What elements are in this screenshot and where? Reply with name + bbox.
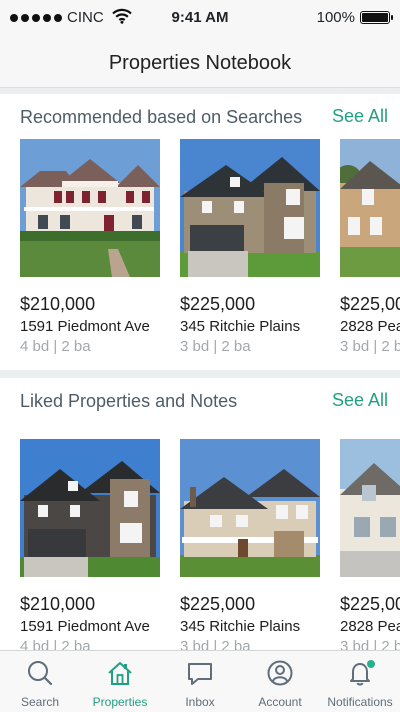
property-photo[interactable]: [20, 139, 160, 277]
tab-search[interactable]: Search: [0, 651, 80, 712]
page-title: Properties Notebook: [108, 52, 292, 74]
property-address: 1591 Piedmont Ave: [20, 318, 150, 335]
tab-account[interactable]: Account: [240, 651, 320, 712]
property-address: 345 Ritchie Plains: [180, 318, 301, 335]
tab-label: Account: [258, 695, 302, 709]
section-title: Recommended based on Searches: [20, 107, 303, 127]
property-card[interactable]: $210,000 1591 Piedmont Ave 4 bd | 2 ba: [20, 139, 160, 355]
property-photo[interactable]: [340, 439, 400, 577]
section-title: Liked Properties and Notes: [20, 391, 238, 411]
home-icon: [108, 662, 132, 685]
property-beds-baths: 3 bd | 2 b: [340, 638, 400, 650]
property-address: 2828 Pea: [340, 318, 400, 335]
see-all-liked-link[interactable]: See All: [332, 390, 388, 411]
property-photo[interactable]: [20, 439, 160, 577]
property-price: $210,000: [20, 294, 96, 314]
property-address: 345 Ritchie Plains: [180, 618, 301, 635]
see-all-recommended-link[interactable]: See All: [332, 106, 388, 127]
tab-label: Properties: [92, 695, 148, 709]
tab-inbox[interactable]: Inbox: [160, 651, 240, 712]
battery-icon: [360, 11, 393, 24]
notification-badge: [366, 659, 376, 669]
search-icon: [28, 661, 53, 686]
property-address: 1591 Piedmont Ave: [20, 618, 150, 635]
property-photo[interactable]: [180, 439, 320, 577]
property-beds-baths: 3 bd | 2 ba: [180, 638, 251, 650]
tab-label: Inbox: [185, 695, 215, 709]
liked-list: $210,000 1591 Piedmont Ave 4 bd | 2 ba $…: [20, 439, 400, 650]
property-price: $225,000: [180, 594, 256, 614]
property-card[interactable]: $225,000 345 Ritchie Plains 3 bd | 2 ba: [180, 139, 320, 355]
property-card[interactable]: $210,000 1591 Piedmont Ave 4 bd | 2 ba: [20, 439, 160, 650]
tab-label: Notifications: [327, 695, 393, 709]
status-bar: CINC 9:41 AM 100%: [0, 0, 400, 36]
tab-notifications[interactable]: Notifications: [320, 651, 400, 712]
property-photo[interactable]: [340, 139, 400, 277]
tab-bar: Search Properties Inbox Account Notifica…: [0, 650, 400, 712]
property-beds-baths: 3 bd | 2 ba: [180, 338, 251, 355]
property-card[interactable]: $225,000 345 Ritchie Plains 3 bd | 2 ba: [180, 439, 320, 650]
property-photo[interactable]: [180, 139, 320, 277]
battery-percent: 100%: [316, 9, 355, 26]
property-price: $225,000: [180, 294, 256, 314]
recommended-section: Recommended based on Searches See All $2…: [0, 94, 400, 370]
property-address: 2828 Pea: [340, 618, 400, 635]
property-price: $210,000: [20, 594, 96, 614]
tab-properties[interactable]: Properties: [80, 651, 160, 712]
property-beds-baths: 4 bd | 2 ba: [20, 638, 91, 650]
property-price: $225,00: [340, 294, 400, 314]
nav-bar: Properties Notebook: [0, 36, 400, 88]
section-header: Liked Properties and Notes See All: [20, 388, 388, 412]
recommended-list: $210,000 1591 Piedmont Ave 4 bd | 2 ba $…: [20, 139, 400, 355]
property-card[interactable]: $225,00 2828 Pea 3 bd | 2 b: [340, 139, 400, 355]
property-beds-baths: 3 bd | 2 b: [340, 338, 400, 355]
property-card[interactable]: $225,00 2828 Pea 3 bd | 2 b: [340, 439, 400, 650]
section-header: Recommended based on Searches See All: [20, 104, 388, 128]
property-price: $225,00: [340, 594, 400, 614]
user-icon: [267, 660, 293, 686]
tab-label: Search: [20, 695, 60, 709]
liked-section: Liked Properties and Notes See All $210,…: [0, 378, 400, 650]
property-beds-baths: 4 bd | 2 ba: [20, 338, 91, 355]
chat-icon: [188, 663, 212, 685]
battery-status: 100%: [316, 9, 393, 26]
